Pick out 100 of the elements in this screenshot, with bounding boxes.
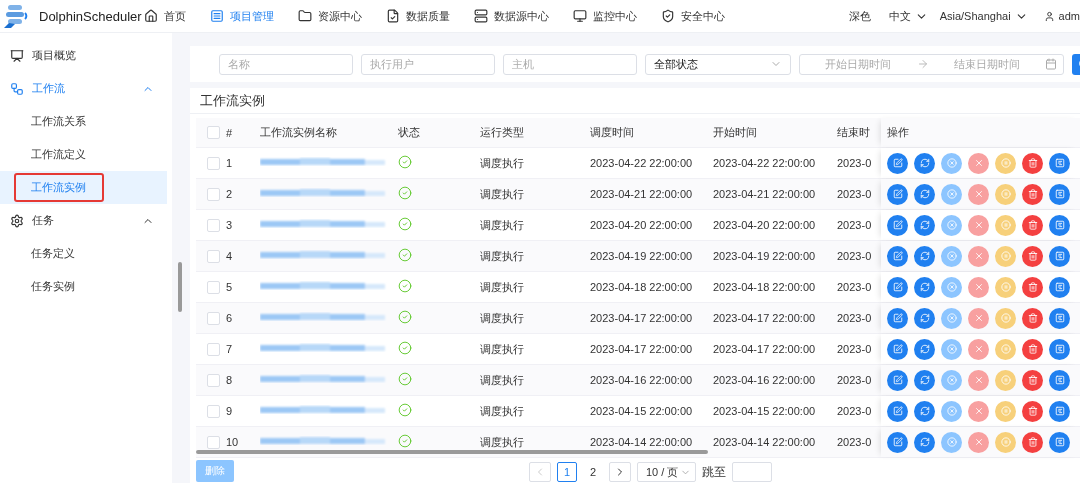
nav-tab[interactable]: 数据源中心 xyxy=(474,8,549,24)
page-size-select[interactable]: 10 / 页 xyxy=(637,462,697,483)
page-button[interactable]: 1 xyxy=(557,462,577,483)
date-range-field[interactable]: 开始日期时间 结束日期时间 xyxy=(799,53,1064,75)
nav-tab[interactable]: 项目管理 xyxy=(210,8,274,24)
menu-icon xyxy=(10,81,24,96)
action-button[interactable] xyxy=(887,369,908,391)
checkbox[interactable] xyxy=(207,280,220,294)
trash-icon xyxy=(1027,158,1038,169)
close-icon xyxy=(973,344,984,355)
action-button[interactable] xyxy=(887,400,908,422)
checkbox[interactable] xyxy=(207,126,220,140)
action-button[interactable] xyxy=(1022,338,1043,360)
action-button[interactable] xyxy=(1022,369,1043,391)
host-field[interactable]: 主机 xyxy=(503,53,637,75)
action-button[interactable] xyxy=(1049,152,1070,174)
checkbox[interactable] xyxy=(207,404,220,418)
pause-icon xyxy=(1000,282,1011,293)
action-button[interactable] xyxy=(914,214,935,236)
action-button[interactable] xyxy=(1049,214,1070,236)
scrollbar-thumb[interactable] xyxy=(196,450,708,455)
action-button[interactable] xyxy=(914,245,935,267)
checkbox[interactable] xyxy=(207,373,220,387)
sidebar-subitem[interactable]: 工作流定义 xyxy=(0,138,167,171)
nav-tab[interactable]: 资源中心 xyxy=(298,8,362,24)
checkbox[interactable] xyxy=(207,342,220,356)
next-page-button[interactable] xyxy=(609,462,631,483)
action-button[interactable] xyxy=(1022,431,1043,453)
edit-icon xyxy=(892,406,903,417)
nav-tab[interactable]: 首页 xyxy=(144,8,186,24)
action-button[interactable] xyxy=(1049,183,1070,205)
sidebar-item[interactable]: 项目概览 xyxy=(0,39,172,72)
action-button[interactable] xyxy=(887,214,908,236)
action-button[interactable] xyxy=(1022,307,1043,329)
nav-tab[interactable]: 安全中心 xyxy=(661,8,725,24)
name-field[interactable]: 名称 xyxy=(219,53,353,75)
table-cell-text: 调度执行 xyxy=(480,310,525,326)
action-button[interactable] xyxy=(887,431,908,453)
action-button[interactable] xyxy=(914,338,935,360)
action-button[interactable] xyxy=(1022,183,1043,205)
action-button[interactable] xyxy=(1022,245,1043,267)
action-button[interactable] xyxy=(887,152,908,174)
action-button[interactable] xyxy=(887,183,908,205)
sidebar-item[interactable]: 工作流 xyxy=(0,72,172,105)
checkbox[interactable] xyxy=(207,187,220,201)
theme-toggle[interactable]: 深色 xyxy=(848,8,871,24)
action-button[interactable] xyxy=(1049,245,1070,267)
status-select[interactable]: 全部状态 xyxy=(645,53,791,75)
column-header: 运行类型 xyxy=(480,125,525,141)
user-field[interactable]: 执行用户 xyxy=(361,53,495,75)
checkbox[interactable] xyxy=(207,218,220,232)
action-button[interactable] xyxy=(914,152,935,174)
nav-tab[interactable]: 数据质量 xyxy=(386,8,450,24)
nav-tab[interactable]: 监控中心 xyxy=(573,8,637,24)
action-button[interactable] xyxy=(887,245,908,267)
action-button[interactable] xyxy=(1022,400,1043,422)
sidebar-subitem[interactable]: 任务实例 xyxy=(0,270,167,303)
sidebar-item[interactable]: 任务 xyxy=(0,204,172,237)
user-name[interactable]: adm xyxy=(1058,10,1080,22)
edit-icon xyxy=(892,437,903,448)
table-cell-text: 8 xyxy=(226,374,234,387)
action-button[interactable] xyxy=(887,338,908,360)
refresh-icon xyxy=(919,282,930,293)
checkbox[interactable] xyxy=(207,435,220,449)
action-button[interactable] xyxy=(1049,400,1070,422)
nav-icon xyxy=(144,9,158,23)
sidebar-subitem[interactable]: 任务定义 xyxy=(0,237,167,270)
action-button[interactable] xyxy=(1049,307,1070,329)
action-button[interactable] xyxy=(1022,152,1043,174)
action-button[interactable] xyxy=(914,431,935,453)
action-button[interactable] xyxy=(1022,214,1043,236)
refresh-icon xyxy=(919,220,930,231)
refresh-icon xyxy=(919,189,930,200)
table-cell-text: 2023-0 xyxy=(837,157,873,170)
action-button[interactable] xyxy=(887,276,908,298)
action-button[interactable] xyxy=(914,400,935,422)
language-select[interactable]: 中文 xyxy=(888,8,911,24)
action-button[interactable] xyxy=(1022,276,1043,298)
action-button[interactable] xyxy=(1049,431,1070,453)
refresh-icon xyxy=(919,344,930,355)
checkbox[interactable] xyxy=(207,156,220,170)
column-header: 结束时 xyxy=(837,125,871,141)
checkbox[interactable] xyxy=(207,311,220,325)
action-button[interactable] xyxy=(914,307,935,329)
sidebar-subitem[interactable]: 工作流实例 xyxy=(0,171,167,204)
sidebar-subitem[interactable]: 工作流关系 xyxy=(0,105,167,138)
action-button[interactable] xyxy=(1049,369,1070,391)
timezone-select[interactable]: Asia/Shanghai xyxy=(939,10,1011,22)
action-button[interactable] xyxy=(1049,338,1070,360)
edit-icon xyxy=(892,375,903,386)
action-button[interactable] xyxy=(1049,276,1070,298)
checkbox[interactable] xyxy=(207,249,220,263)
action-button[interactable] xyxy=(914,276,935,298)
circle-x-icon xyxy=(946,437,957,448)
scrollbar-thumb[interactable] xyxy=(178,262,182,312)
action-button[interactable] xyxy=(887,307,908,329)
jump-field[interactable] xyxy=(732,462,773,483)
action-button[interactable] xyxy=(914,369,935,391)
action-button[interactable] xyxy=(914,183,935,205)
close-icon xyxy=(973,406,984,417)
